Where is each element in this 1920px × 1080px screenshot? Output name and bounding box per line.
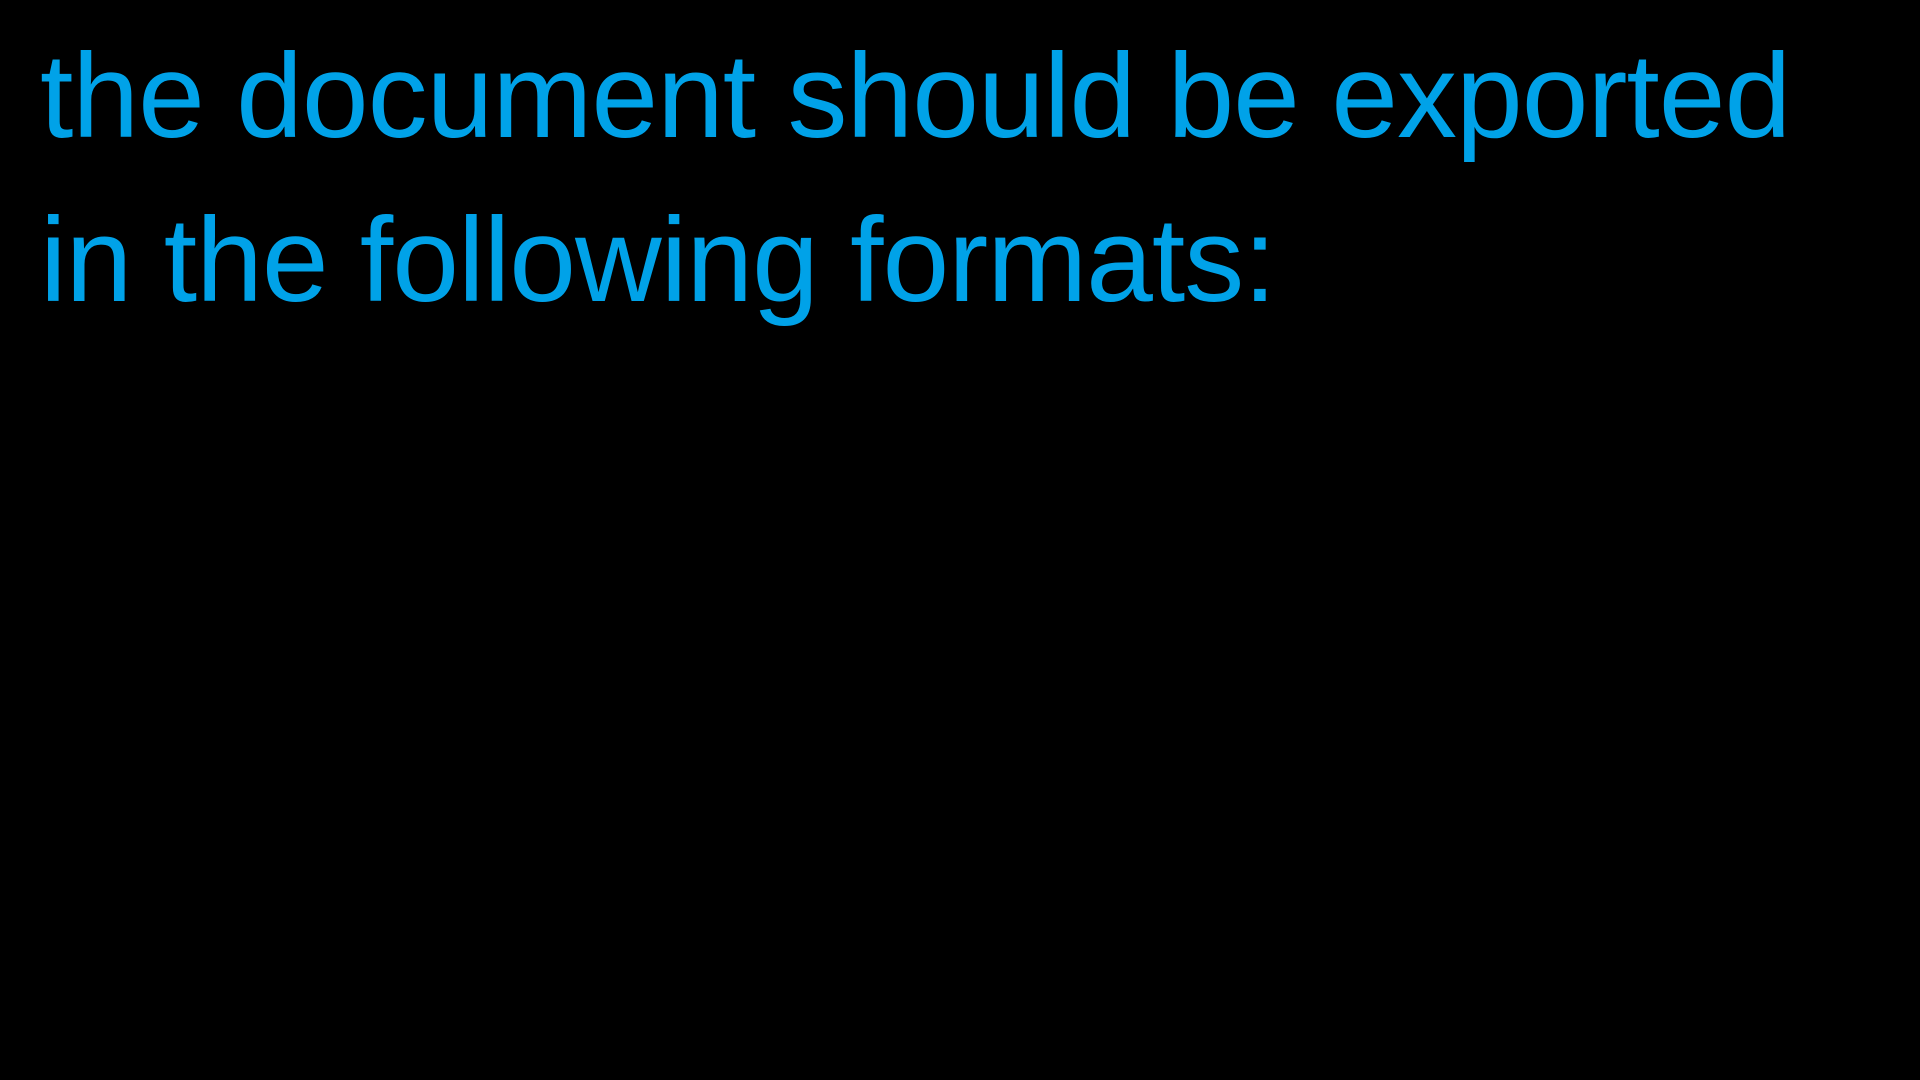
text-line-2: in the following formats: — [40, 193, 1277, 327]
text-line-1: the document should be exported — [40, 29, 1791, 163]
slide-text: the document should be exported in the f… — [40, 14, 1900, 342]
slide: the document should be exported in the f… — [0, 0, 1920, 1080]
